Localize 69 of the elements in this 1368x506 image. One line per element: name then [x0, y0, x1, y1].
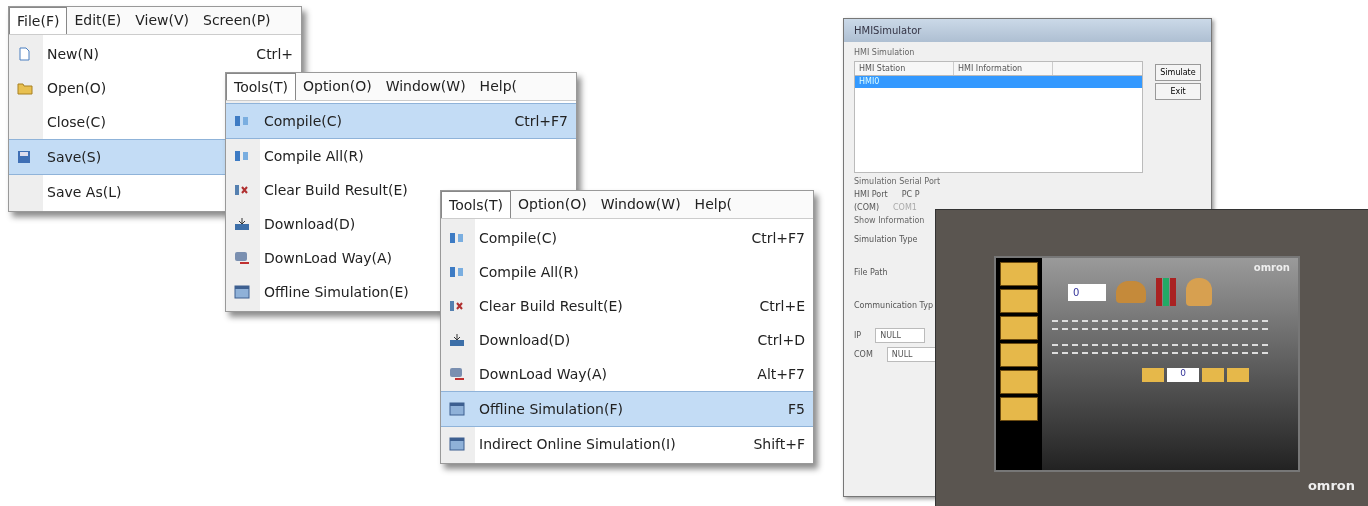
menu-bar-item[interactable]: Help(: [472, 73, 524, 100]
field-value: COM1: [893, 203, 917, 212]
menu-item[interactable]: Download(D) Ctrl+D: [441, 323, 813, 357]
window-icon: [234, 285, 250, 299]
menu-bar-item[interactable]: File(F): [9, 7, 68, 34]
dialog-button[interactable]: Exit: [1155, 83, 1201, 100]
compile-icon: [234, 114, 250, 128]
brand-logo: omron: [1253, 262, 1290, 273]
field-label: PC P: [901, 190, 920, 199]
menu-bar-item[interactable]: Help(: [687, 191, 739, 218]
menu-bar-item[interactable]: Option(O): [510, 191, 594, 218]
folder-icon: [17, 81, 33, 95]
burger-picture: [1116, 281, 1146, 303]
clear-icon: [449, 299, 465, 313]
menu-item[interactable]: Compile(C) Ctrl+F7: [441, 221, 813, 255]
download-icon: [449, 333, 465, 347]
menu-item[interactable]: Offline Simulation(F) F5: [441, 391, 813, 427]
bread-picture: [1186, 278, 1212, 306]
download-icon: [234, 217, 250, 231]
document-icon: [17, 47, 31, 61]
input-field[interactable]: NULL: [886, 347, 937, 362]
group-label: HMI Simulation: [854, 48, 916, 57]
group-label: Show Information: [854, 216, 926, 225]
menu-item[interactable]: New(N) Ctrl+: [9, 37, 301, 71]
side-button[interactable]: [1000, 343, 1038, 367]
input-field[interactable]: NULL: [875, 328, 926, 343]
save-icon: [17, 150, 31, 164]
menu-bar-item[interactable]: Option(O): [295, 73, 379, 100]
menu-item[interactable]: Indirect Online Simulation(I) Shift+F: [441, 427, 813, 461]
compile-icon: [449, 265, 465, 279]
menu-item[interactable]: DownLoad Way(A) Alt+F7: [441, 357, 813, 391]
clear-icon: [234, 183, 250, 197]
compile-icon: [449, 231, 465, 245]
dialog-button[interactable]: Simulate: [1155, 64, 1201, 81]
group-label: Simulation Serial Port: [854, 177, 942, 186]
side-button[interactable]: [1000, 289, 1038, 313]
input-field[interactable]: 0: [1167, 368, 1199, 382]
bottles-picture: [1156, 278, 1176, 306]
field-label: Communication Typ: [854, 301, 934, 310]
field-label: COM: [854, 350, 873, 359]
menu-bar-item[interactable]: Tools(T): [226, 73, 296, 100]
field-label: IP: [854, 331, 862, 340]
menu-bar-item[interactable]: Window(W): [378, 73, 473, 100]
window-title: HMISimulator: [844, 19, 1211, 42]
menu-bar-item[interactable]: View(V): [128, 7, 197, 34]
menu-item[interactable]: Compile All(R): [441, 255, 813, 289]
field-label: File Path: [854, 268, 888, 277]
window-icon: [449, 402, 465, 416]
monitor-icon: [449, 367, 465, 381]
menu-bar-item[interactable]: Tools(T): [441, 191, 511, 218]
monitor-icon: [234, 251, 250, 265]
menu-bar-item[interactable]: Screen(P): [196, 7, 278, 34]
side-button[interactable]: [1000, 370, 1038, 394]
column-header: HMI Information: [954, 62, 1053, 75]
side-button[interactable]: [1000, 316, 1038, 340]
side-button[interactable]: [1000, 262, 1038, 286]
menu-item[interactable]: Compile(C) Ctrl+F7: [226, 103, 576, 139]
column-header: HMI Station: [855, 62, 954, 75]
field-label: Simulation Type: [854, 235, 918, 244]
compile-icon: [234, 149, 250, 163]
counter-field: 0: [1068, 283, 1106, 301]
field-label: (COM): [854, 203, 880, 212]
field-label: HMI Port: [854, 190, 888, 199]
brand-logo: omron: [1307, 478, 1355, 493]
menu-item[interactable]: Clear Build Result(E) Ctrl+E: [441, 289, 813, 323]
menu-bar-item[interactable]: Edit(E): [67, 7, 129, 34]
side-button[interactable]: [1000, 397, 1038, 421]
menu-bar-item[interactable]: Window(W): [593, 191, 688, 218]
window-icon: [449, 437, 465, 451]
